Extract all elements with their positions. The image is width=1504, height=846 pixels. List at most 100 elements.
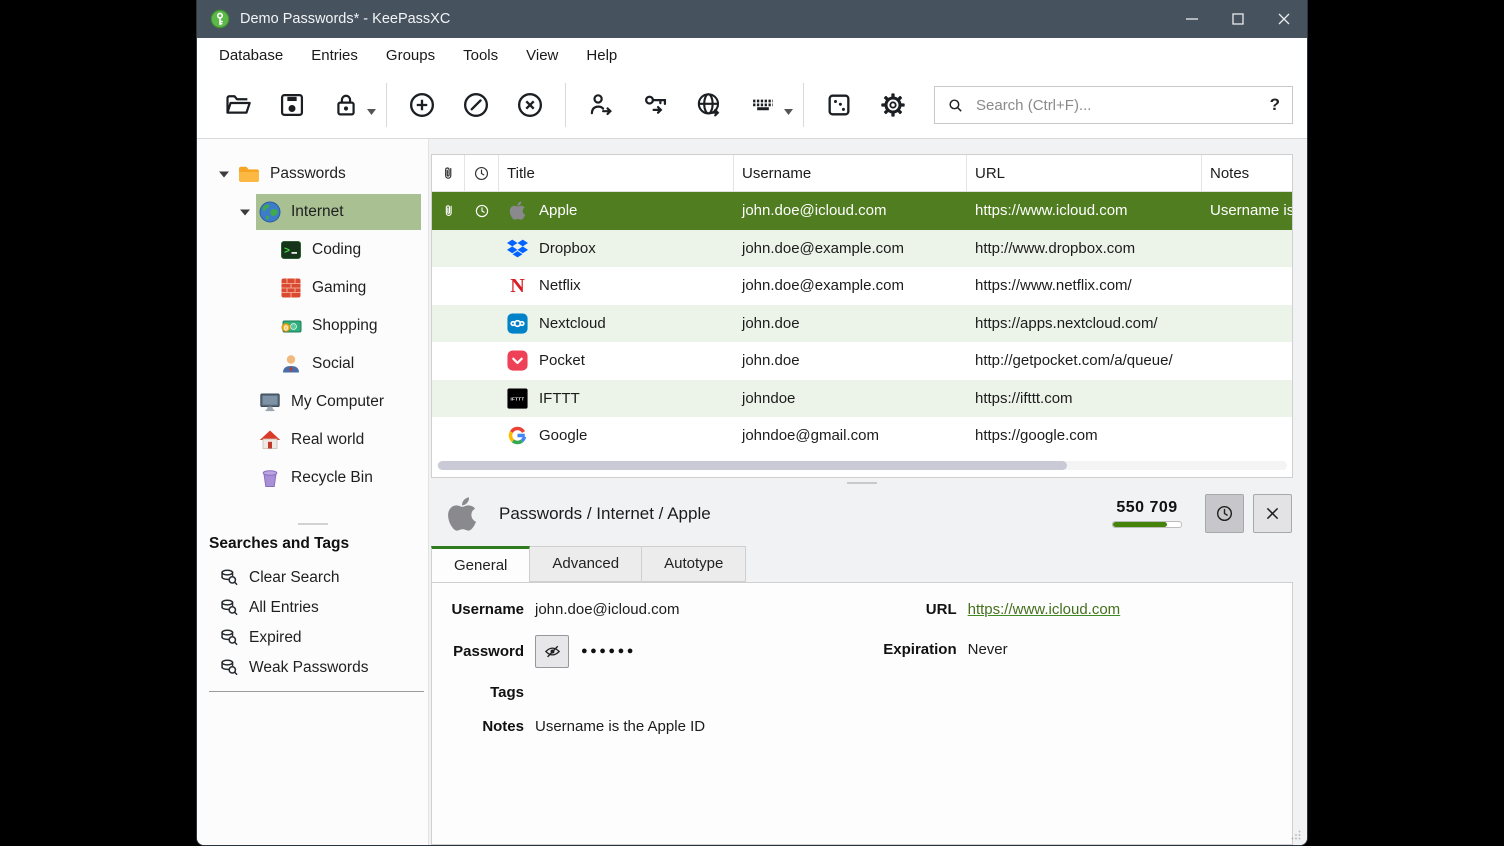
attachment-column-header[interactable] — [432, 155, 465, 191]
autotype-dropdown-caret-icon[interactable] — [784, 102, 793, 108]
group-my-computer[interactable]: My Computer — [197, 383, 428, 421]
tab-general[interactable]: General — [431, 546, 530, 582]
group-recycle-bin[interactable]: Recycle Bin — [197, 459, 428, 497]
menu-entries[interactable]: Entries — [301, 42, 368, 69]
entry-row-apple[interactable]: Applejohn.doe@icloud.comhttps://www.iclo… — [432, 192, 1292, 230]
toolbar-separator — [803, 83, 804, 127]
url-link[interactable]: https://www.icloud.com — [968, 601, 1121, 618]
sidebar-splitter-handle[interactable] — [298, 523, 328, 525]
trash-icon — [258, 466, 282, 490]
copy-username-icon[interactable] — [587, 91, 615, 119]
copy-password-icon[interactable] — [641, 91, 669, 119]
copy-url-icon[interactable] — [695, 91, 723, 119]
search-item-clear-search[interactable]: Clear Search — [197, 563, 428, 593]
group-sidebar: Passwords Internet >CodingGaming0ShoppingS… — [197, 139, 429, 845]
maximize-button[interactable] — [1215, 0, 1261, 38]
house-icon — [258, 428, 282, 452]
entry-row-pocket[interactable]: Pocketjohn.doehttp://getpocket.com/a/que… — [432, 342, 1292, 380]
entry-row-netflix[interactable]: NNetflixjohn.doe@example.comhttps://www.… — [432, 267, 1292, 305]
expiration-column-header[interactable] — [465, 155, 499, 191]
url-cell: https://apps.nextcloud.com/ — [967, 305, 1202, 343]
menu-groups[interactable]: Groups — [376, 42, 445, 69]
search-help-hint[interactable]: ? — [1270, 95, 1280, 115]
eye-off-icon — [543, 642, 562, 661]
search-box: ? — [934, 86, 1293, 124]
toggle-password-visibility-button[interactable] — [535, 635, 569, 668]
expiration-cell — [465, 342, 499, 380]
open-database-icon[interactable] — [224, 91, 252, 119]
ifttt-icon: IFTTT — [507, 388, 528, 409]
resize-grip[interactable] — [1291, 830, 1301, 840]
url-column-header[interactable]: URL — [967, 155, 1202, 191]
horizontal-scrollbar[interactable] — [432, 455, 1292, 477]
password-generator-icon[interactable] — [825, 91, 853, 119]
group-shopping[interactable]: 0Shopping — [197, 307, 428, 345]
notes-cell: Username is the Apple ID — [1202, 192, 1292, 230]
settings-icon[interactable] — [879, 91, 907, 119]
notes-column-header[interactable]: Notes — [1202, 155, 1292, 191]
breadcrumb: Passwords / Internet / Apple — [499, 504, 711, 524]
title-bar: Demo Passwords* - KeePassXC — [197, 0, 1307, 38]
title-cell: Google — [499, 417, 734, 455]
group-social[interactable]: Social — [197, 345, 428, 383]
url-cell: https://www.netflix.com/ — [967, 267, 1202, 305]
tags-label: Tags — [446, 684, 524, 701]
expander-icon[interactable] — [213, 171, 235, 178]
keepassxc-window: Demo Passwords* - KeePassXC Database Entr… — [196, 0, 1308, 846]
search-item-weak-passwords[interactable]: Weak Passwords — [197, 653, 428, 683]
entry-title: Netflix — [539, 277, 581, 294]
title-column-header[interactable]: Title — [499, 155, 734, 191]
close-button[interactable] — [1261, 0, 1307, 38]
menu-database[interactable]: Database — [209, 42, 293, 69]
attachment-cell — [432, 305, 465, 343]
group-label: Passwords — [270, 165, 346, 183]
lock-dropdown-caret-icon[interactable] — [367, 102, 376, 108]
save-database-icon[interactable] — [278, 91, 306, 119]
svg-text:>: > — [284, 247, 290, 258]
search-item-all-entries[interactable]: All Entries — [197, 593, 428, 623]
entry-title: Apple — [539, 202, 577, 219]
password-label: Password — [446, 643, 524, 660]
new-entry-icon[interactable] — [408, 91, 436, 119]
username-column-header[interactable]: Username — [734, 155, 967, 191]
totp-progress-bar — [1112, 521, 1182, 528]
delete-entry-icon[interactable] — [516, 91, 544, 119]
username-cell: john.doe@icloud.com — [734, 192, 967, 230]
perform-autotype-icon[interactable] — [749, 91, 777, 119]
url-label: URL — [879, 601, 957, 618]
tab-autotype[interactable]: Autotype — [642, 546, 746, 582]
group-label: Internet — [291, 203, 344, 221]
group-internet[interactable]: Internet — [197, 193, 428, 231]
menu-tools[interactable]: Tools — [453, 42, 508, 69]
menu-view[interactable]: View — [516, 42, 568, 69]
menu-help[interactable]: Help — [576, 42, 627, 69]
url-cell: http://www.dropbox.com — [967, 230, 1202, 268]
group-gaming[interactable]: Gaming — [197, 269, 428, 307]
username-label: Username — [446, 601, 524, 618]
title-cell: Dropbox — [499, 230, 734, 268]
scrollbar-thumb[interactable] — [438, 461, 1067, 470]
entry-row-dropbox[interactable]: Dropboxjohn.doe@example.comhttp://www.dr… — [432, 230, 1292, 268]
entry-row-nextcloud[interactable]: Nextcloudjohn.doehttps://apps.nextcloud.… — [432, 305, 1292, 343]
minimize-button[interactable] — [1169, 0, 1215, 38]
totp-toggle-button[interactable] — [1205, 494, 1244, 533]
search-item-expired[interactable]: Expired — [197, 623, 428, 653]
preview-splitter-handle[interactable] — [431, 478, 1293, 488]
close-icon — [1263, 504, 1282, 523]
edit-entry-icon[interactable] — [462, 91, 490, 119]
group-passwords[interactable]: Passwords — [197, 155, 428, 193]
search-input[interactable] — [976, 97, 1270, 114]
group-real-world[interactable]: Real world — [197, 421, 428, 459]
group-coding[interactable]: >Coding — [197, 231, 428, 269]
expander-icon[interactable] — [234, 209, 256, 216]
tab-advanced[interactable]: Advanced — [530, 546, 642, 582]
entry-title: Dropbox — [539, 240, 596, 257]
title-cell: Apple — [499, 192, 734, 230]
lock-databases-icon[interactable] — [332, 91, 360, 119]
entry-row-google[interactable]: Googlejohndoe@gmail.comhttps://google.co… — [432, 417, 1292, 455]
close-preview-button[interactable] — [1253, 494, 1292, 533]
notes-cell — [1202, 230, 1292, 268]
entry-title: Nextcloud — [539, 315, 606, 332]
entry-row-ifttt[interactable]: IFTTTIFTTTjohndoehttps://ifttt.com — [432, 380, 1292, 418]
toolbar-separator — [386, 83, 387, 127]
